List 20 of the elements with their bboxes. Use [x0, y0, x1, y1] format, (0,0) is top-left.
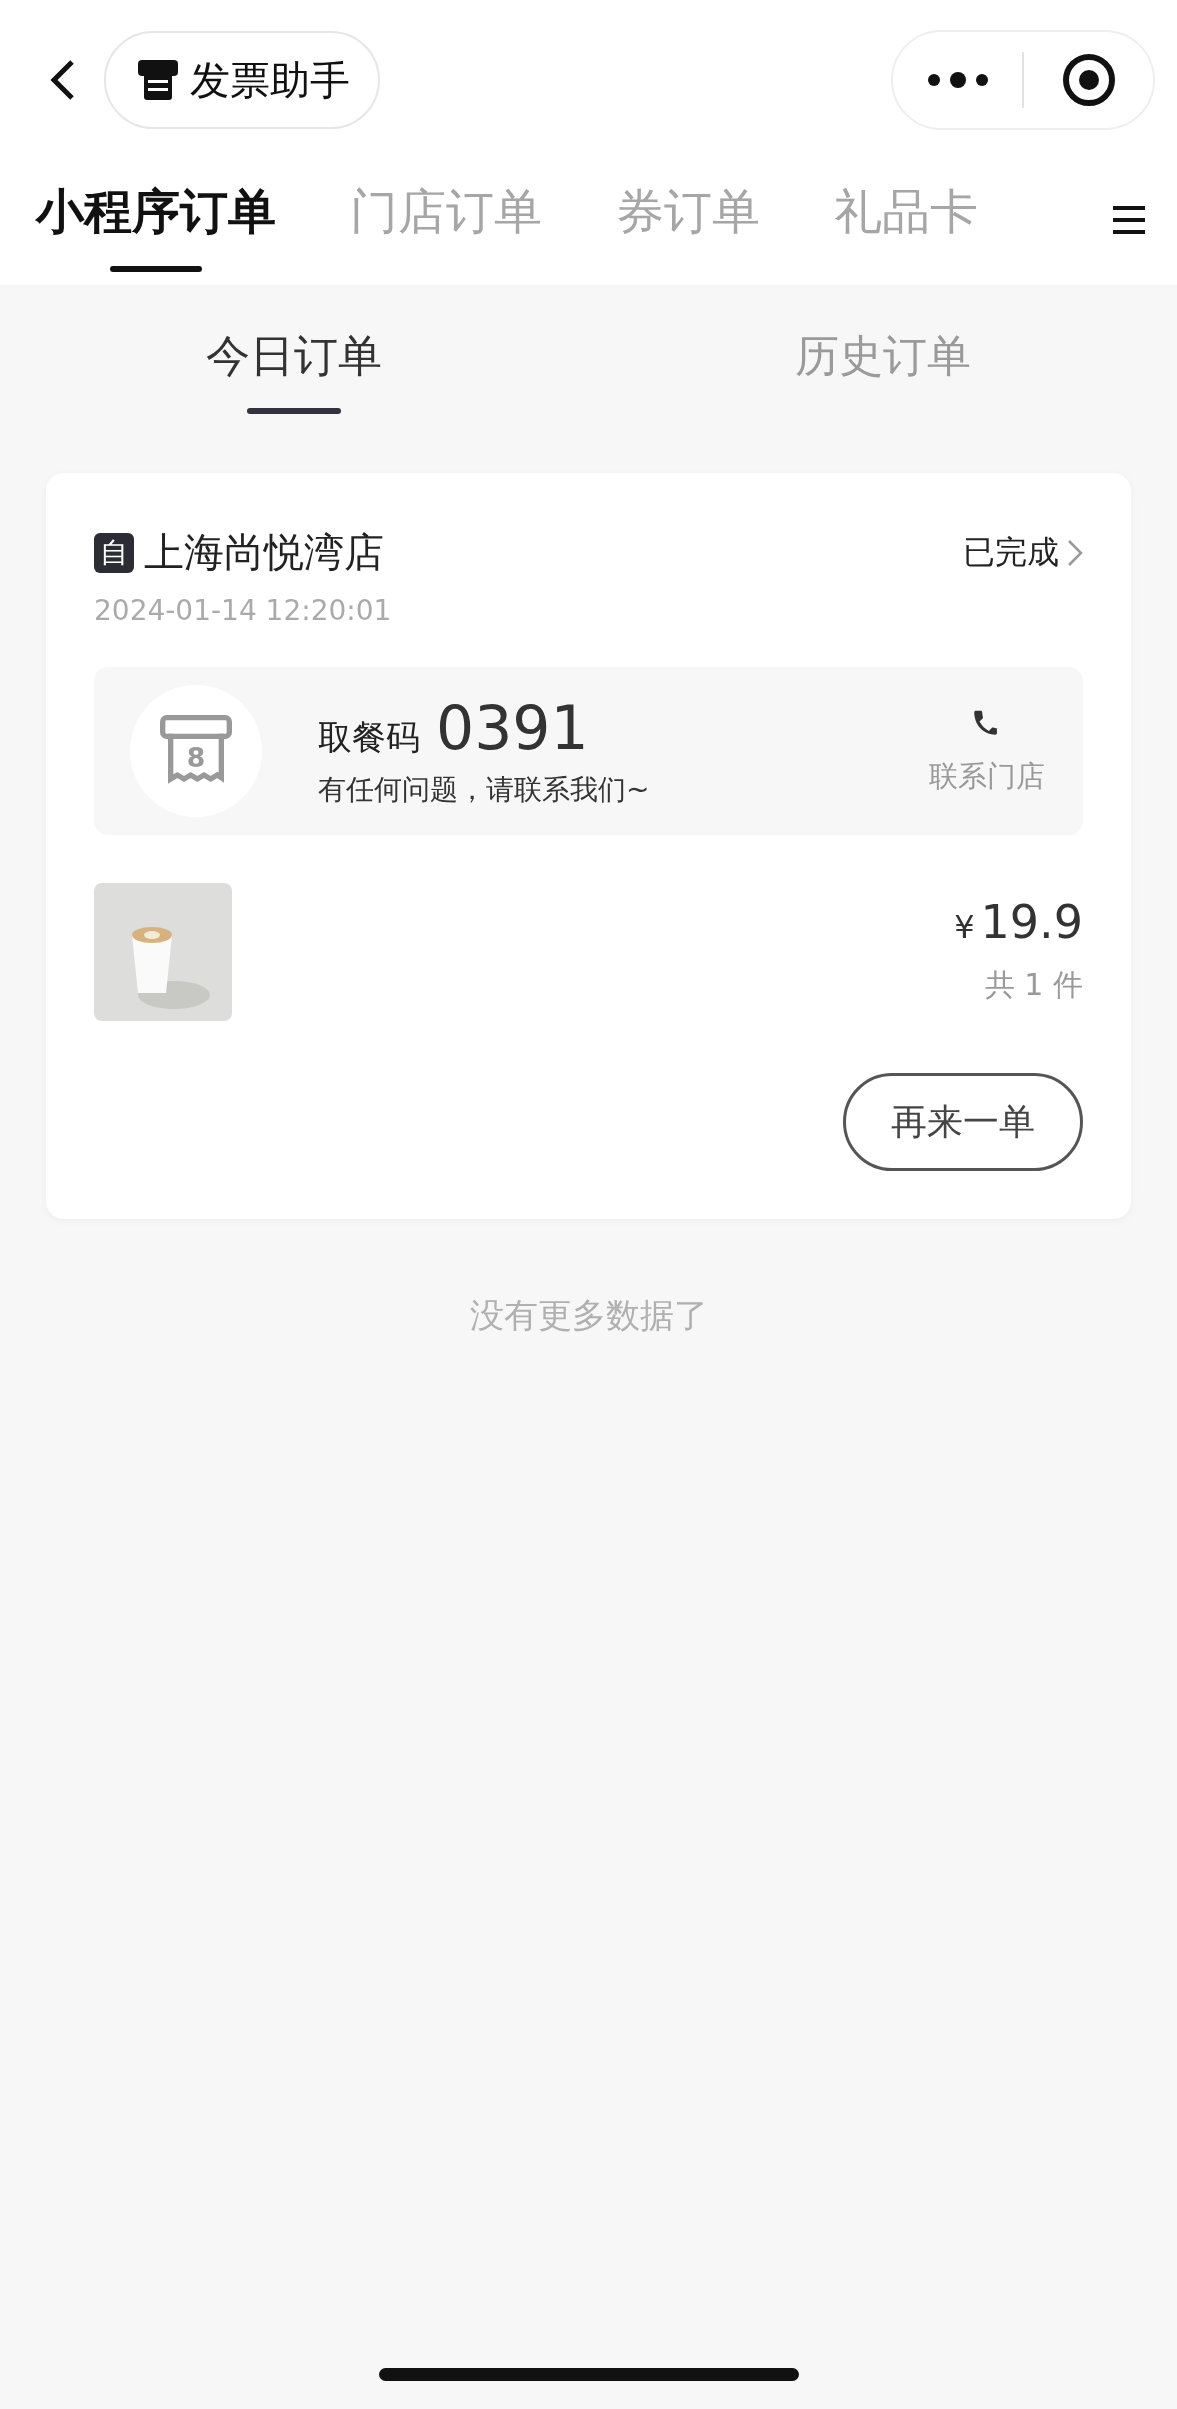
back-icon[interactable]	[50, 58, 76, 102]
no-more-data-text: 没有更多数据了	[469, 1295, 708, 1335]
store-name: 上海尚悦湾店	[144, 528, 384, 577]
help-text: 有任何问题，请联系我们~	[318, 772, 650, 808]
close-icon	[1061, 53, 1116, 107]
reorder-button[interactable]: 再来一单	[843, 1073, 1083, 1171]
order-tab[interactable]: 小程序订单	[36, 160, 276, 285]
invoice-assistant-button[interactable]: 发票助手	[104, 31, 380, 129]
chevron-right-icon	[1067, 538, 1083, 567]
printer-icon	[136, 58, 180, 102]
item-price: ¥19.9	[954, 895, 1083, 949]
more-icon	[927, 72, 988, 88]
item-count: 共 1 件	[984, 966, 1083, 1004]
pickup-code: 0391	[436, 693, 589, 763]
order-time: 2024-01-14 12:20:01	[94, 594, 393, 627]
menu-icon	[1113, 206, 1145, 234]
order-status-link[interactable]: 已完成	[963, 530, 1083, 575]
date-tab[interactable]: 今日订单	[0, 285, 589, 435]
pickup-code-label: 取餐码	[318, 716, 420, 759]
pickup-badge: 自	[94, 532, 134, 573]
